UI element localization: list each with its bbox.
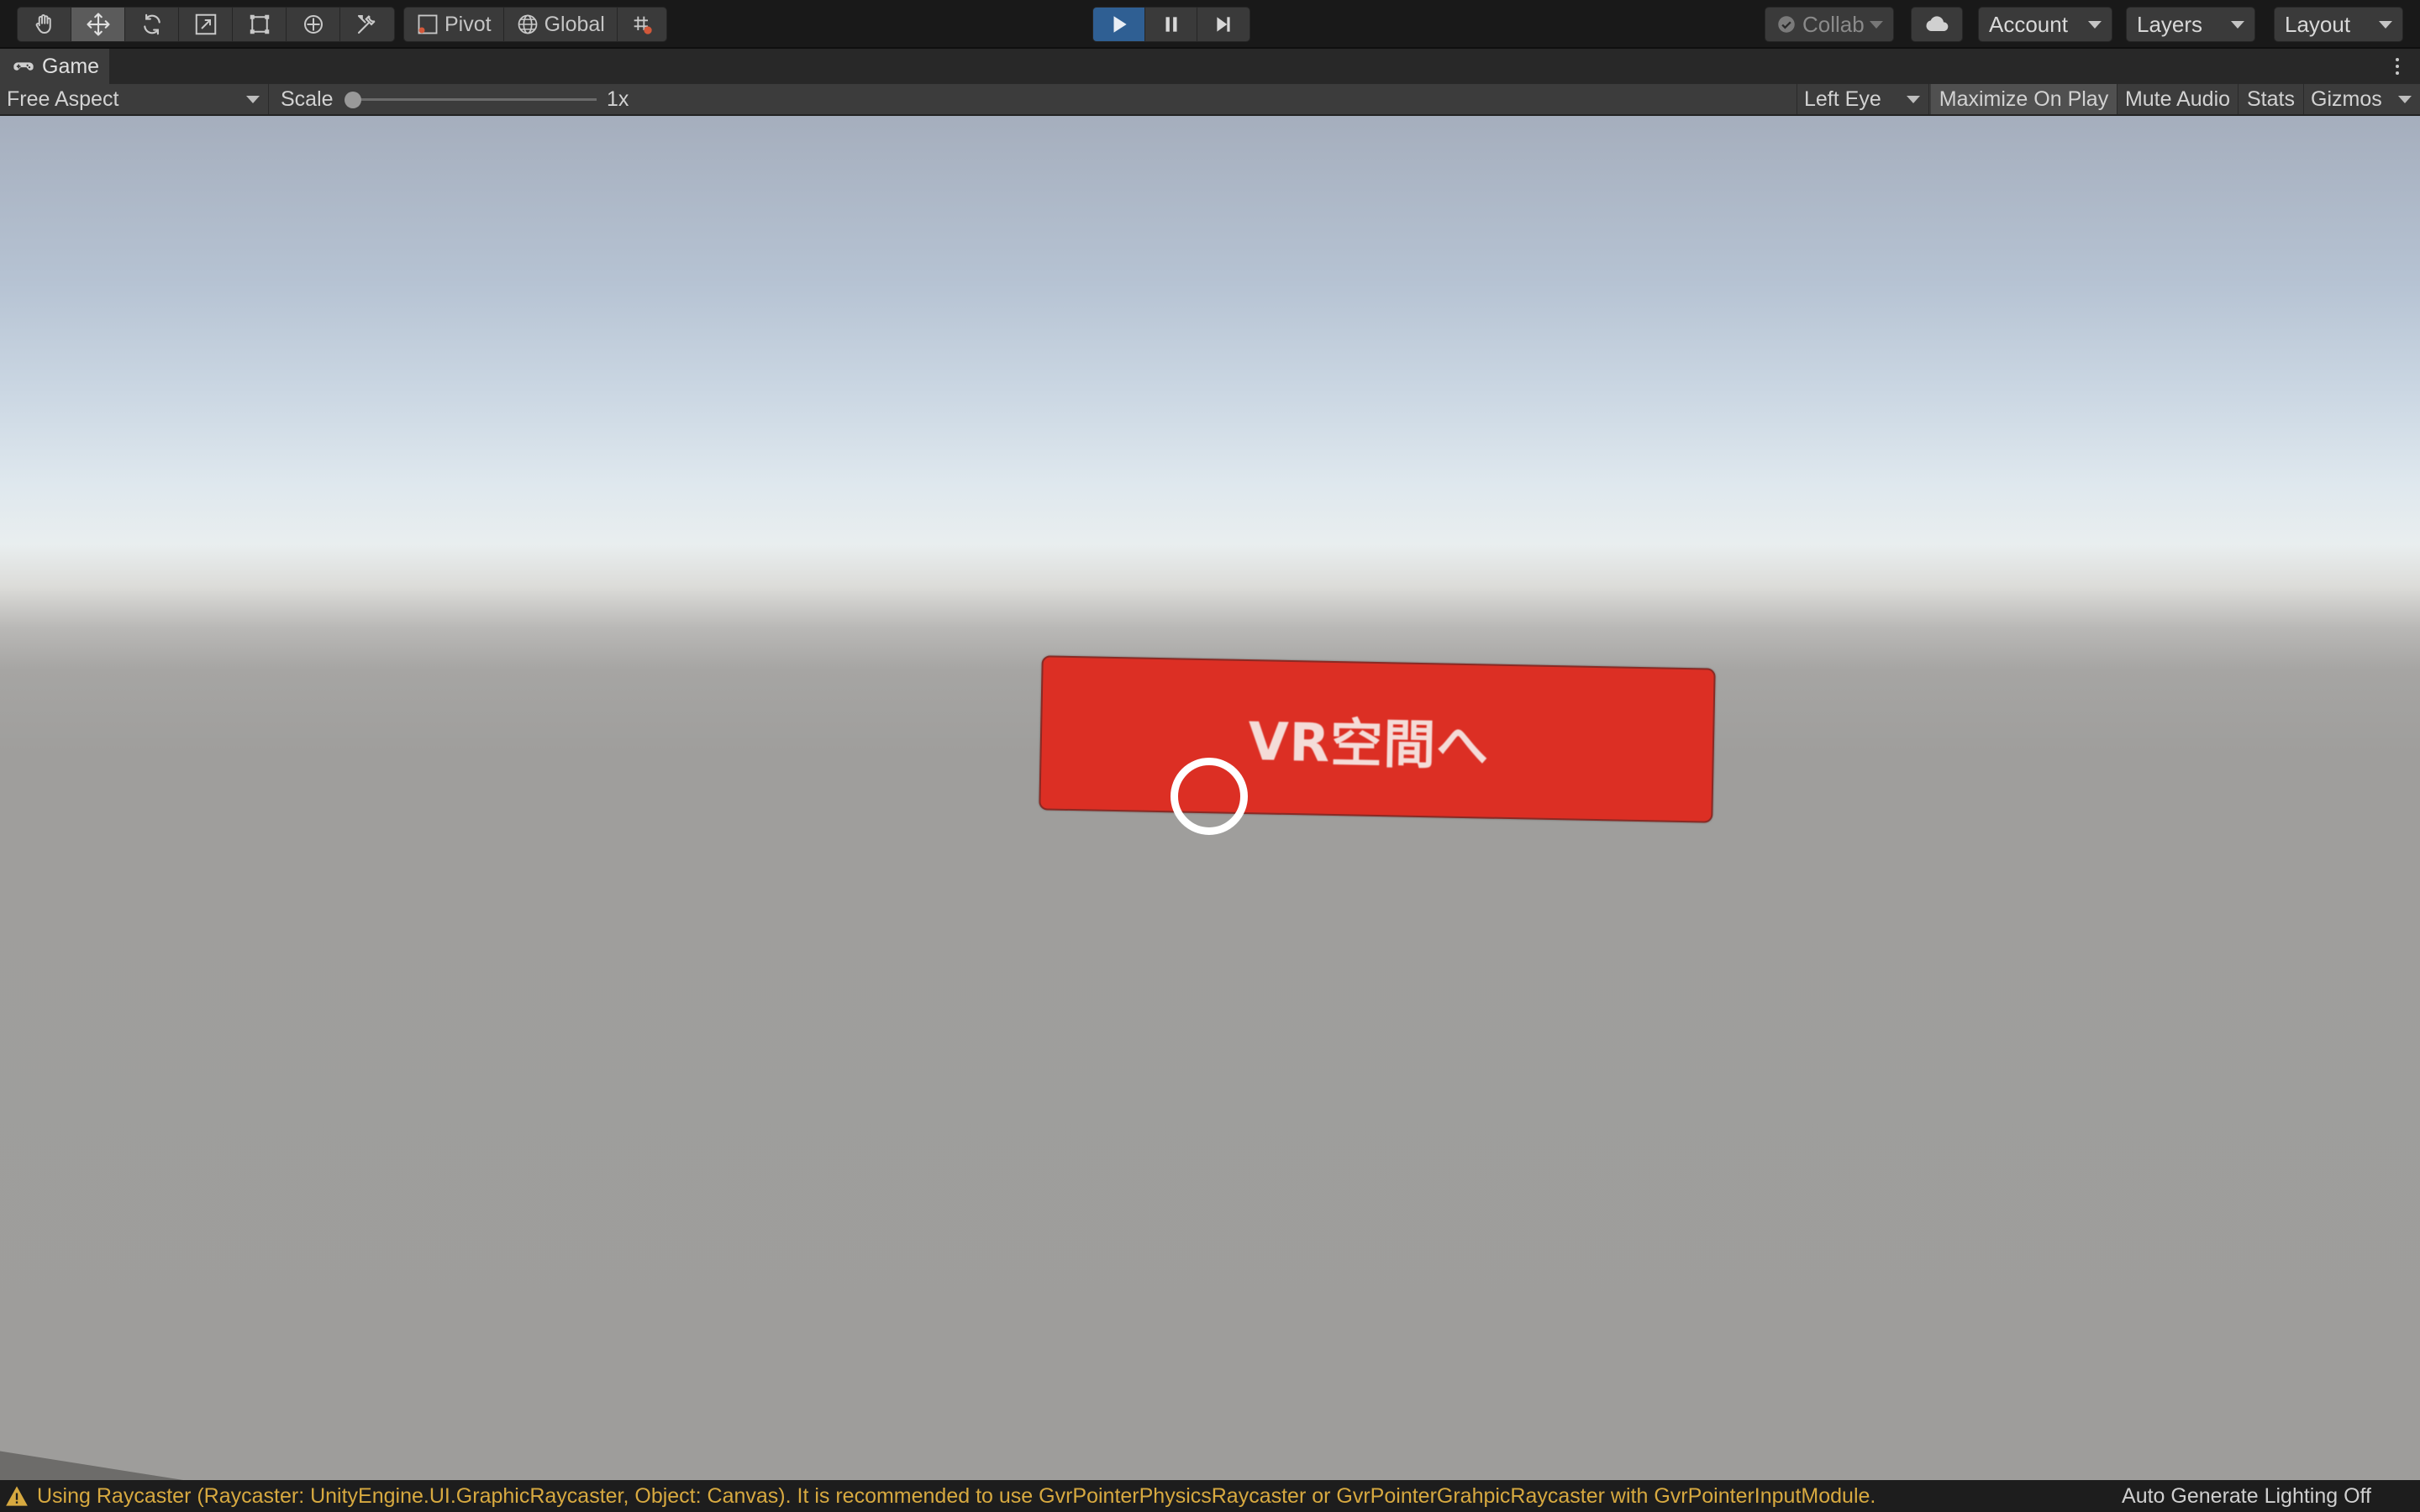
rect-transform-icon — [250, 14, 269, 34]
scale-icon — [195, 13, 216, 35]
scale-slider[interactable] — [345, 84, 597, 114]
game-viewport[interactable]: VR空間へ — [0, 116, 2420, 1480]
vr-space-button[interactable]: VR空間へ — [1039, 655, 1716, 823]
chevron-down-icon — [1907, 96, 1920, 103]
move-tool-button[interactable] — [71, 8, 125, 41]
mute-label: Mute Audio — [2124, 87, 2231, 111]
tools-icon — [357, 14, 376, 34]
custom-tool-button[interactable] — [340, 8, 394, 41]
layout-dropdown[interactable]: Layout — [2274, 7, 2403, 42]
gizmos-label: Gizmos — [2311, 87, 2382, 111]
maximize-label: Maximize On Play — [1939, 87, 2109, 111]
account-label: Account — [1989, 11, 2068, 37]
slider-track — [353, 98, 597, 101]
gizmos-dropdown[interactable]: Gizmos — [2304, 84, 2420, 114]
scale-value: 1x — [607, 84, 657, 114]
aspect-dropdown[interactable]: Free Aspect — [0, 84, 269, 114]
chevron-down-icon — [2379, 21, 2392, 29]
slider-thumb[interactable] — [345, 92, 361, 108]
pause-icon — [1165, 17, 1176, 32]
pivot-icon — [418, 14, 438, 34]
main-toolbar: Pivot Global Collab Account Layers Layou… — [0, 0, 2420, 49]
cloud-icon — [1926, 16, 1949, 31]
warning-icon — [5, 1484, 29, 1508]
mute-audio-toggle[interactable]: Mute Audio — [2118, 84, 2238, 114]
scale-label-text: Scale — [281, 87, 334, 111]
pivot-toggle[interactable]: Pivot — [404, 8, 504, 41]
transform-tool-button[interactable] — [287, 8, 340, 41]
chevron-down-icon — [2398, 96, 2412, 103]
collab-label: Collab — [1802, 11, 1865, 37]
chevron-down-icon — [2231, 21, 2244, 29]
scale-tool-button[interactable] — [179, 8, 233, 41]
transform-tools — [17, 7, 395, 42]
tab-game[interactable]: Game — [0, 49, 109, 84]
grid-snap-icon — [634, 16, 652, 34]
scale-label: Scale — [281, 84, 339, 114]
play-icon — [1113, 16, 1127, 33]
stats-label: Stats — [2247, 87, 2295, 111]
account-dropdown[interactable]: Account — [1978, 7, 2112, 42]
lighting-status: Auto Generate Lighting Off — [2122, 1484, 2371, 1508]
play-button[interactable] — [1093, 8, 1145, 41]
maximize-on-play-toggle[interactable]: Maximize On Play — [1931, 84, 2118, 114]
chevron-down-icon — [1870, 21, 1883, 29]
gamepad-icon — [13, 62, 34, 71]
transform-icon — [303, 15, 323, 34]
vr-space-button-label: VR空間へ — [1247, 711, 1490, 777]
step-button[interactable] — [1197, 8, 1249, 41]
hand-icon — [35, 14, 51, 34]
cloud-button[interactable] — [1911, 7, 1963, 42]
chevron-down-icon — [2088, 21, 2102, 29]
collab-dropdown[interactable]: Collab — [1765, 7, 1894, 42]
playmode-controls — [1092, 7, 1250, 42]
grid-snap-toggle[interactable] — [618, 8, 666, 41]
aspect-label: Free Aspect — [7, 87, 119, 111]
layers-label: Layers — [2137, 11, 2203, 37]
rotate-tool-button[interactable] — [125, 8, 179, 41]
globe-icon — [518, 14, 537, 34]
tab-game-label: Game — [42, 54, 100, 78]
stats-toggle[interactable]: Stats — [2238, 84, 2304, 114]
move-icon — [86, 13, 110, 36]
pivot-label: Pivot — [445, 12, 492, 36]
rotate-icon — [143, 13, 160, 35]
eye-dropdown[interactable]: Left Eye — [1797, 84, 1929, 114]
scale-value-text: 1x — [607, 87, 629, 111]
rect-tool-button[interactable] — [233, 8, 287, 41]
status-message[interactable]: Using Raycaster (Raycaster: UnityEngine.… — [37, 1484, 1876, 1509]
gaze-reticle — [1171, 758, 1248, 835]
status-bar[interactable]: Using Raycaster (Raycaster: UnityEngine.… — [0, 1480, 2420, 1512]
layout-label: Layout — [2285, 11, 2351, 37]
pause-button[interactable] — [1145, 8, 1197, 41]
step-icon — [1217, 17, 1230, 32]
layers-dropdown[interactable]: Layers — [2126, 7, 2255, 42]
handle-toggles: Pivot Global — [403, 7, 667, 42]
game-view-toolbar: Free Aspect Scale 1x Left Eye Maximize O… — [0, 84, 2420, 116]
collab-check-icon — [1778, 16, 1795, 33]
floor-edge — [0, 1446, 275, 1480]
hand-tool-button[interactable] — [18, 8, 71, 41]
game-tab-bar: Game — [0, 49, 2420, 84]
global-label: Global — [544, 12, 605, 36]
eye-label: Left Eye — [1804, 87, 1881, 111]
chevron-down-icon — [246, 96, 260, 103]
kebab-menu-icon[interactable] — [2386, 54, 2408, 79]
global-toggle[interactable]: Global — [504, 8, 618, 41]
